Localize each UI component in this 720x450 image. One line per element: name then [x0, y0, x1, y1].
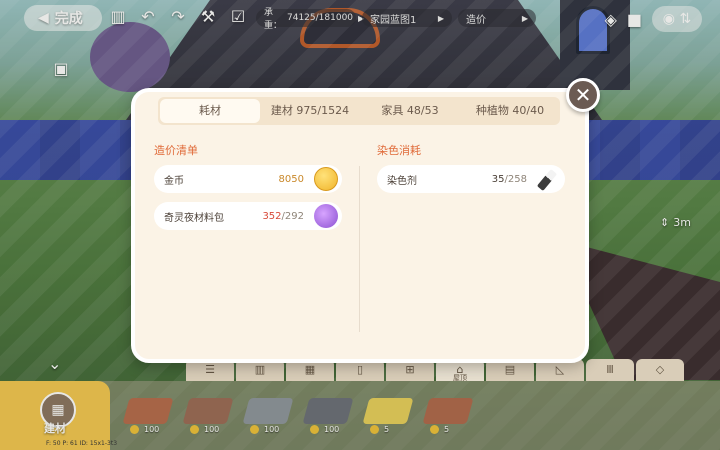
- item-name: 染色剂: [387, 175, 417, 187]
- close-icon: ✕: [574, 83, 592, 107]
- item-have: 352: [262, 210, 282, 222]
- coin-icon: [314, 167, 338, 191]
- item-need: /258: [504, 173, 527, 185]
- cost-list-title: 造价清单: [154, 144, 198, 157]
- dye-tube-icon: [537, 167, 561, 191]
- dye-cost-title: 染色消耗: [377, 144, 421, 157]
- list-item-dye: 染色剂 35/258: [377, 165, 565, 193]
- tab-building-materials[interactable]: 建材 975/1524: [260, 97, 360, 125]
- tab-plants[interactable]: 种植物 40/40: [460, 97, 560, 125]
- item-amount: 35/258: [492, 174, 527, 185]
- column-divider: [359, 166, 360, 332]
- item-amount: 352/292: [262, 211, 304, 222]
- item-have: 8050: [278, 173, 304, 185]
- item-need: /292: [281, 210, 304, 222]
- item-amount: 8050: [279, 174, 304, 185]
- tab-consumables[interactable]: 耗材: [160, 99, 260, 123]
- material-bag-icon: [314, 204, 338, 228]
- modal-tabs: 耗材 建材 975/1524 家具 48/53 种植物 40/40: [158, 97, 560, 125]
- tab-furniture[interactable]: 家具 48/53: [360, 97, 460, 125]
- list-item-gold: 金币 8050: [154, 165, 342, 193]
- item-name: 奇灵夜材料包: [164, 212, 224, 224]
- close-button[interactable]: ✕: [566, 78, 600, 112]
- list-item-material-bag: 奇灵夜材料包 352/292: [154, 202, 342, 230]
- item-have: 35: [491, 173, 505, 185]
- item-name: 金币: [164, 175, 184, 187]
